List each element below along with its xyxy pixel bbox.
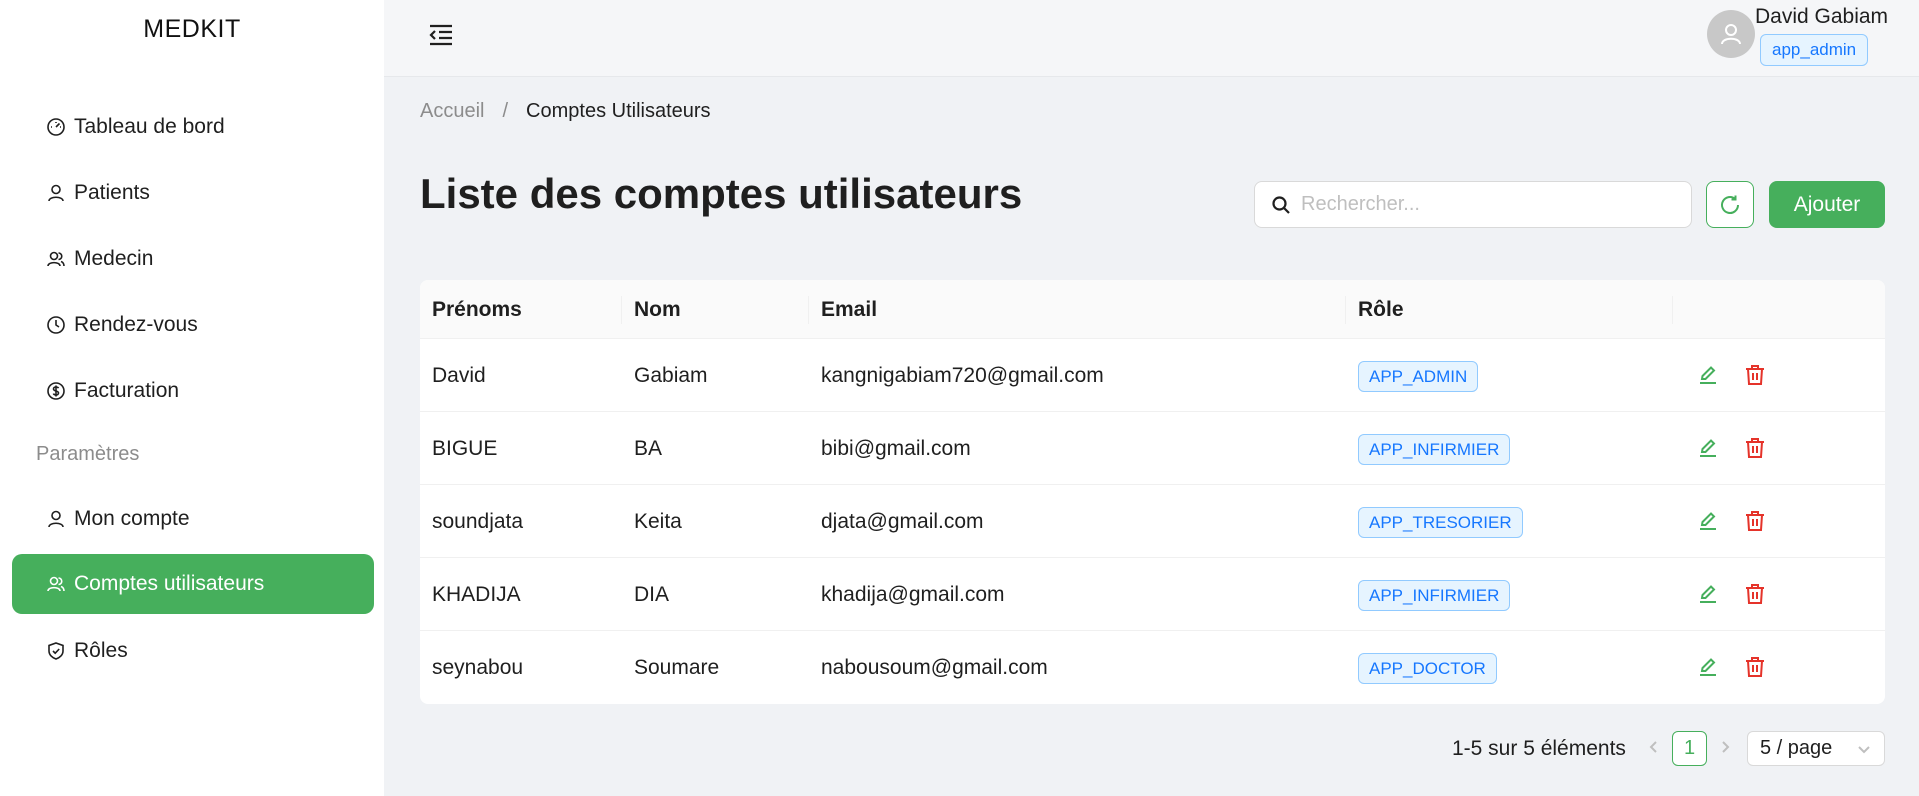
table-row: KHADIJA DIA khadija@gmail.com APP_INFIRM…: [420, 558, 1885, 631]
table-row: soundjata Keita djata@gmail.com APP_TRES…: [420, 485, 1885, 558]
sidebar-item-label: Mon compte: [74, 507, 190, 530]
table-row: BIGUE BA bibi@gmail.com APP_INFIRMIER: [420, 412, 1885, 485]
cell-email: khadija@gmail.com: [821, 583, 1005, 606]
sidebar-item-label: Facturation: [74, 379, 180, 402]
search-box: [1254, 181, 1692, 228]
users-icon: [46, 574, 66, 594]
sidebar-item-label: Rôles: [74, 639, 128, 662]
delete-icon[interactable]: [1743, 655, 1767, 679]
app-logo: MEDKIT: [143, 15, 241, 43]
breadcrumb: Accueil / Comptes Utilisateurs: [420, 100, 711, 123]
page-title: Liste des comptes utilisateurs: [420, 170, 1023, 217]
cell-prenom: seynabou: [432, 656, 524, 679]
table-row: seynabou Soumare nabousoum@gmail.com APP…: [420, 631, 1885, 704]
cell-email: bibi@gmail.com: [821, 437, 971, 460]
clock-icon: [46, 315, 66, 335]
add-button[interactable]: Ajouter: [1769, 181, 1885, 228]
cell-prenom: BIGUE: [432, 437, 498, 460]
delete-icon[interactable]: [1743, 363, 1767, 387]
page-size-select[interactable]: 5 / page: [1747, 731, 1885, 766]
cell-nom: DIA: [634, 583, 670, 606]
column-divider: [621, 296, 622, 324]
column-header-nom[interactable]: Nom: [634, 280, 681, 339]
refresh-icon: [1721, 195, 1739, 214]
sidebar-item-dashboard[interactable]: Tableau de bord: [12, 97, 374, 157]
edit-icon[interactable]: [1696, 363, 1720, 387]
users-table: Prénoms Nom Email Rôle David Gabiam kang…: [420, 280, 1885, 704]
column-header-prenoms[interactable]: Prénoms: [432, 280, 522, 339]
sidebar: MEDKIT Tableau de bord Patients Medecin …: [0, 0, 384, 796]
edit-icon[interactable]: [1696, 582, 1720, 606]
delete-icon[interactable]: [1743, 509, 1767, 533]
cell-email: djata@gmail.com: [821, 510, 984, 533]
sidebar-item-mon-compte[interactable]: Mon compte: [12, 489, 374, 549]
user-name: David Gabiam: [1755, 5, 1889, 28]
shield-check-icon: [46, 641, 66, 661]
breadcrumb-current: Comptes Utilisateurs: [526, 100, 711, 122]
cell-nom: BA: [634, 437, 663, 460]
avatar[interactable]: [1707, 10, 1755, 58]
column-divider: [808, 296, 809, 324]
sidebar-item-medecin[interactable]: Medecin: [12, 229, 374, 289]
breadcrumb-home-link[interactable]: Accueil: [420, 100, 484, 123]
sidebar-group-label: Paramètres: [36, 443, 140, 465]
sidebar-item-facturation[interactable]: Facturation: [12, 361, 374, 421]
users-icon: [46, 249, 66, 269]
cell-nom: Gabiam: [634, 364, 708, 387]
role-tag: APP_ADMIN: [1358, 361, 1479, 392]
cell-nom: Keita: [634, 510, 682, 533]
menu-fold-icon[interactable]: [426, 20, 456, 50]
pagination-total: 1-5 sur 5 éléments: [1452, 737, 1626, 760]
delete-icon[interactable]: [1743, 436, 1767, 460]
sidebar-item-label: Tableau de bord: [74, 115, 225, 138]
top-header: David Gabiam app_admin: [384, 0, 1919, 77]
chevron-right-icon[interactable]: [1716, 738, 1738, 760]
role-tag: APP_INFIRMIER: [1358, 434, 1511, 465]
sidebar-item-label: Patients: [74, 181, 150, 204]
sidebar-item-comptes-utilisateurs[interactable]: Comptes utilisateurs: [12, 554, 374, 614]
search-input[interactable]: [1301, 193, 1671, 216]
edit-icon[interactable]: [1696, 436, 1720, 460]
table-header: Prénoms Nom Email Rôle: [420, 280, 1885, 339]
column-header-role[interactable]: Rôle: [1358, 280, 1404, 339]
cell-prenom: KHADIJA: [432, 583, 521, 606]
role-tag: APP_TRESORIER: [1358, 507, 1523, 538]
table-row: David Gabiam kangnigabiam720@gmail.com A…: [420, 339, 1885, 412]
dollar-icon: [46, 381, 66, 401]
chevron-down-icon: [1858, 746, 1870, 754]
sidebar-item-label: Medecin: [74, 247, 154, 270]
breadcrumb-separator: /: [502, 100, 509, 122]
user-avatar-icon: [1721, 24, 1741, 45]
chevron-left-icon[interactable]: [1645, 738, 1667, 760]
dashboard-icon: [46, 117, 66, 137]
search-icon: [1272, 195, 1290, 214]
delete-icon[interactable]: [1743, 582, 1767, 606]
edit-icon[interactable]: [1696, 655, 1720, 679]
column-header-email[interactable]: Email: [821, 280, 877, 339]
user-icon: [46, 509, 66, 529]
cell-email: kangnigabiam720@gmail.com: [821, 364, 1104, 387]
column-divider: [1672, 296, 1673, 324]
pagination-page-button[interactable]: 1: [1672, 731, 1707, 766]
sidebar-item-patients[interactable]: Patients: [12, 163, 374, 223]
role-tag: APP_DOCTOR: [1358, 653, 1497, 684]
role-tag: APP_INFIRMIER: [1358, 580, 1511, 611]
cell-prenom: soundjata: [432, 510, 524, 533]
column-divider: [1345, 296, 1346, 324]
page-size-value: 5 / page: [1760, 737, 1833, 759]
cell-prenom: David: [432, 364, 486, 387]
cell-nom: Soumare: [634, 656, 720, 679]
sidebar-item-roles[interactable]: Rôles: [12, 621, 374, 681]
sidebar-item-label: Rendez-vous: [74, 313, 198, 336]
refresh-button[interactable]: [1706, 181, 1754, 228]
user-icon: [46, 183, 66, 203]
cell-email: nabousoum@gmail.com: [821, 656, 1048, 679]
user-role-badge: app_admin: [1760, 34, 1869, 66]
edit-icon[interactable]: [1696, 509, 1720, 533]
sidebar-item-rendez-vous[interactable]: Rendez-vous: [12, 295, 374, 355]
sidebar-item-label: Comptes utilisateurs: [74, 572, 265, 595]
